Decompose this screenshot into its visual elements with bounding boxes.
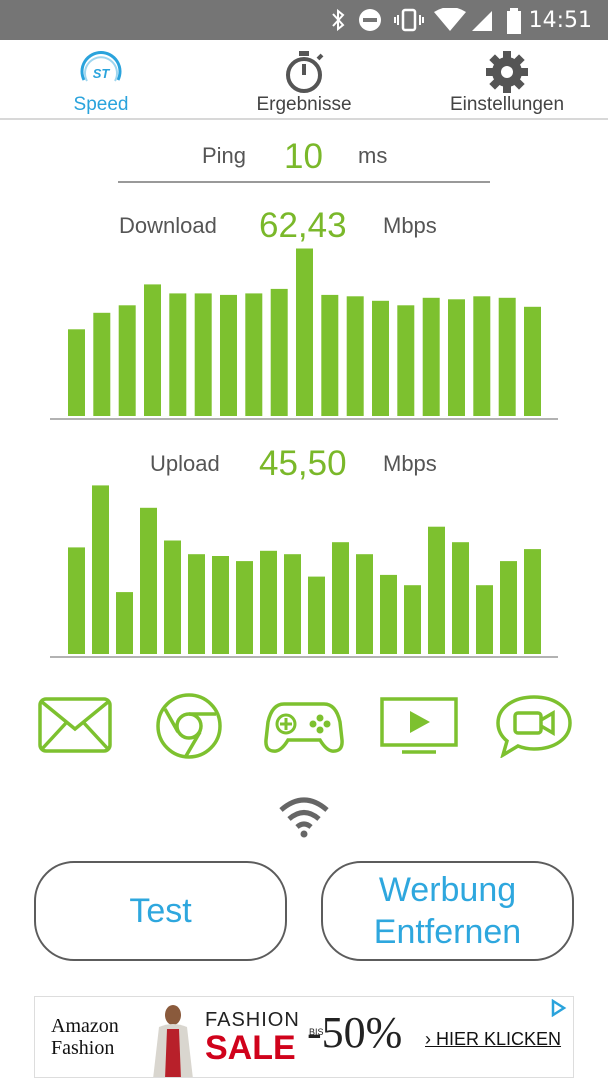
speedtest-logo-icon: ST <box>80 51 122 82</box>
battery-icon <box>507 8 521 34</box>
vibrate-icon <box>394 8 424 32</box>
ad-cta[interactable]: › HIER KLICKEN <box>425 1029 561 1050</box>
ad-choices-icon[interactable] <box>549 999 567 1017</box>
tab-einstellungen[interactable]: Einstellungen <box>436 40 578 118</box>
upload-bar <box>476 585 493 654</box>
tab-speed[interactable]: ST Speed <box>40 40 162 118</box>
wifi-icon <box>279 797 329 838</box>
envelope-icon[interactable] <box>38 697 112 753</box>
upload-chart <box>50 478 558 660</box>
tab-ergebnisse-label: Ergebnisse <box>256 94 352 115</box>
ad-brand: Amazon Fashion <box>51 1015 119 1059</box>
do-not-disturb-icon <box>359 9 381 31</box>
ping-value: 10 <box>284 137 323 176</box>
status-bar: 14:51 <box>0 0 608 40</box>
test-button[interactable]: Test <box>34 861 287 961</box>
download-label: Download <box>119 213 217 238</box>
download-bar <box>93 312 111 416</box>
upload-bar <box>380 574 397 654</box>
download-chart <box>50 240 558 422</box>
ad-banner[interactable]: Amazon Fashion FASHION SALE BIS -50% › H… <box>34 996 574 1078</box>
download-bar <box>422 297 440 416</box>
tab-bar: ST Speed Ergebnisse Einstellungen <box>0 40 608 120</box>
download-bar <box>144 284 161 416</box>
download-bar <box>372 300 389 416</box>
upload-bar <box>500 561 517 654</box>
bluetooth-icon <box>332 8 345 32</box>
download-bars <box>50 248 558 420</box>
ping-label: Ping <box>202 143 247 168</box>
test-button-label: Test <box>129 891 192 930</box>
upload-label: Upload <box>150 451 220 476</box>
download-bar <box>169 293 187 416</box>
ping-unit: ms <box>358 143 388 168</box>
download-bar <box>397 305 415 416</box>
status-time: 14:51 <box>528 8 592 33</box>
download-bar <box>321 294 339 416</box>
upload-bar <box>116 592 133 654</box>
upload-unit: Mbps <box>383 451 437 476</box>
upload-bar <box>356 554 373 654</box>
upload-bar <box>452 542 469 654</box>
cell-signal-icon <box>472 11 492 31</box>
ad-discount: -50% <box>307 1008 403 1057</box>
upload-bar <box>428 526 445 654</box>
gear-icon <box>486 51 528 93</box>
video-screen-icon[interactable] <box>380 697 458 755</box>
stopwatch-icon <box>286 51 324 93</box>
upload-bar <box>236 561 253 654</box>
ad-brand-line2: Fashion <box>51 1037 115 1059</box>
download-bar <box>296 248 313 416</box>
download-bar <box>524 306 541 416</box>
upload-bar <box>284 554 301 654</box>
ad-brand-line1: Amazon <box>51 1015 119 1037</box>
download-bar <box>346 296 364 416</box>
download-bar <box>473 296 491 416</box>
remove-ads-label-line1: Werbung <box>378 870 517 909</box>
upload-bar <box>92 485 109 654</box>
download-bar <box>498 297 516 416</box>
upload-bar <box>140 507 157 654</box>
upload-bar <box>524 549 541 654</box>
upload-bar <box>308 576 325 654</box>
download-bar <box>194 293 212 416</box>
ad-model-image <box>153 1005 193 1077</box>
download-bar <box>245 293 263 416</box>
download-bar <box>118 305 136 416</box>
download-bar <box>270 288 288 416</box>
remove-ads-label-line2: Entfernen <box>373 913 522 951</box>
ping-divider <box>118 181 490 183</box>
upload-bar <box>188 554 205 654</box>
tab-einstellungen-label: Einstellungen <box>449 94 565 115</box>
download-bar <box>220 294 237 416</box>
chrome-icon[interactable] <box>155 692 223 760</box>
gamepad-icon[interactable] <box>264 700 344 754</box>
upload-bar <box>404 585 421 654</box>
tab-ergebnisse[interactable]: Ergebnisse <box>234 40 374 118</box>
speedtest-logo-text: ST <box>93 66 111 81</box>
upload-bar <box>68 547 85 654</box>
ad-headline2: SALE <box>205 1029 296 1067</box>
remove-ads-button[interactable]: Werbung Entfernen <box>321 861 574 961</box>
tab-speed-label: Speed <box>73 94 129 115</box>
upload-bars <box>50 485 558 658</box>
download-bar <box>68 329 85 416</box>
upload-bar <box>212 556 229 654</box>
wifi-signal-icon <box>434 8 466 31</box>
download-bar <box>448 299 465 416</box>
video-chat-icon[interactable] <box>495 694 573 758</box>
upload-bar <box>332 542 349 654</box>
download-unit: Mbps <box>383 213 437 238</box>
upload-bar <box>164 540 181 654</box>
upload-bar <box>260 550 277 654</box>
